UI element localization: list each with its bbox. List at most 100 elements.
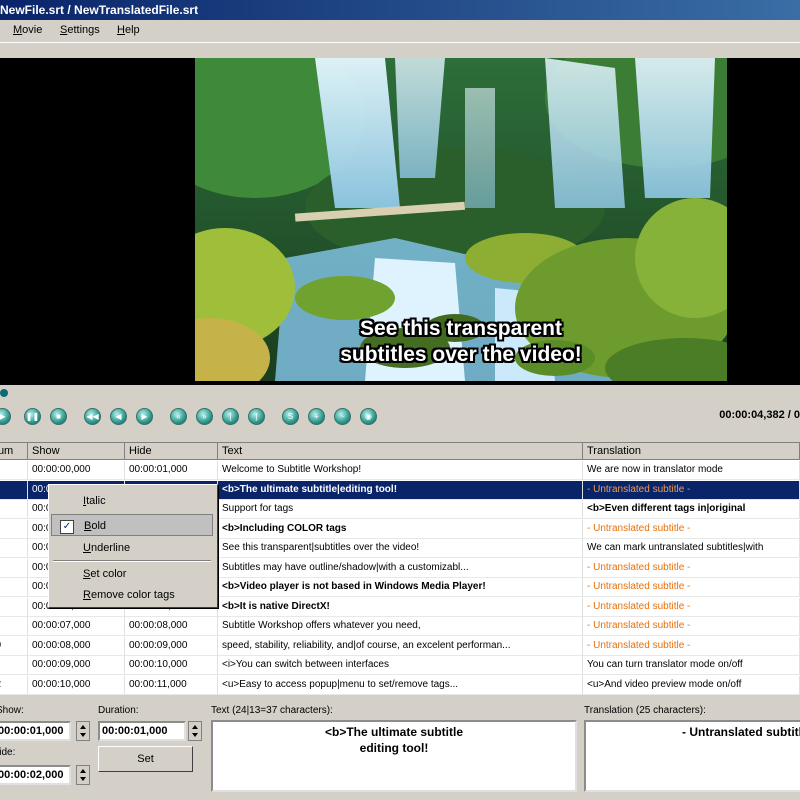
rate-icon: ~ (340, 412, 345, 421)
zoom-icon: + (314, 412, 319, 421)
cell-num: 10 (0, 636, 28, 656)
cell-num: 12 (0, 675, 28, 695)
context-menu-bold[interactable]: ✓ Bold (51, 514, 213, 536)
seek-thumb[interactable] (0, 389, 8, 397)
show-time-input[interactable]: 00:00:01,000 (0, 721, 71, 741)
playback-toolbar: ▶ ❚❚ ■ ◀◀ ◀ ▶ « » [ ] S + ~ ◉ (0, 400, 800, 436)
cell-translation: - Untranslated subtitle - (583, 558, 800, 578)
cell-translation: We can mark untranslated subtitles|with (583, 539, 800, 558)
subtitle-line-2: subtitles over the video! (340, 343, 582, 366)
cell-text: Support for tags (218, 500, 583, 519)
stop-button[interactable]: ■ (50, 408, 67, 425)
context-menu-italic[interactable]: Italic (51, 490, 213, 512)
zoom-button[interactable]: + (308, 408, 325, 425)
column-header-hide[interactable]: Hide (125, 443, 218, 460)
cell-translation: You can turn translator mode on/off (583, 656, 800, 675)
cell-hide: 00:00:10,000 (125, 656, 218, 675)
start-mark-icon: [ (229, 412, 232, 421)
title-bar: NewFile.srt / NewTranslatedFile.srt (0, 0, 800, 20)
text-editor[interactable]: <b>The ultimate subtitle editing tool! (211, 720, 577, 792)
cell-num: 3 (0, 500, 28, 519)
cell-num: 1 (0, 461, 28, 480)
hide-time-spinner[interactable] (76, 765, 90, 785)
prev-subtitle-button[interactable]: « (170, 408, 187, 425)
cell-translation: - Untranslated subtitle - (583, 617, 800, 636)
cell-text: <b>Including COLOR tags (218, 519, 583, 539)
cell-text: <u>Easy to access popup|menu to set/remo… (218, 675, 583, 695)
cell-hide: 00:00:11,000 (125, 675, 218, 695)
set-button[interactable]: Set (98, 746, 193, 772)
seek-bar[interactable] (0, 389, 800, 397)
show-time-spinner[interactable] (76, 721, 90, 741)
cell-text: <b>Video player is not based in Windows … (218, 578, 583, 597)
cell-num: 8 (0, 597, 28, 617)
cell-num: 2 (0, 480, 28, 500)
column-header-text[interactable]: Text (218, 443, 583, 460)
rate-button[interactable]: ~ (334, 408, 351, 425)
play-icon: ▶ (0, 412, 6, 421)
context-menu-underline[interactable]: Underline (51, 537, 213, 559)
column-header-num[interactable]: Num (0, 443, 28, 460)
subtitle-toggle-button[interactable]: S (282, 408, 299, 425)
menu-help[interactable]: Help (117, 24, 140, 36)
table-row[interactable]: 900:00:07,00000:00:08,000Subtitle Worksh… (0, 617, 800, 636)
text-editor-line-1: <b>The ultimate subtitle (324, 725, 464, 739)
start-mark-button[interactable]: [ (222, 408, 239, 425)
play-button[interactable]: ▶ (0, 408, 11, 425)
prev-subtitle-icon: « (176, 412, 181, 421)
step-forward-icon: ▶ (141, 412, 148, 421)
end-mark-button[interactable]: ] (248, 408, 265, 425)
cell-text: See this transparent|subtitles over the … (218, 539, 583, 558)
cell-text: Subtitles may have outline/shadow|with a… (218, 558, 583, 578)
window-title: NewFile.srt / NewTranslatedFile.srt (0, 3, 199, 17)
cell-text: speed, stability, reliability, and|of co… (218, 636, 583, 656)
subtitle-toggle-icon: S (287, 412, 294, 421)
duration-input[interactable]: 00:00:01,000 (98, 721, 186, 741)
cell-text: Subtitle Workshop offers whatever you ne… (218, 617, 583, 636)
show-label: Show: (0, 705, 24, 716)
cell-translation: <b>Even different tags in|original (583, 500, 800, 519)
cell-show: 00:00:09,000 (28, 656, 125, 675)
column-header-translation[interactable]: Translation (583, 443, 800, 460)
text-label: Text (24|13=37 characters): (211, 705, 333, 716)
video-preview[interactable]: See this transparent subtitles over the … (0, 58, 800, 385)
rewind-button[interactable]: ◀◀ (84, 408, 101, 425)
cell-num: 9 (0, 617, 28, 636)
duration-label: Duration: (98, 705, 139, 716)
cell-num: 4 (0, 519, 28, 539)
text-editor-line-2: editing tool! (359, 741, 429, 755)
context-menu-bold-label: Bold (84, 520, 107, 532)
context-menu-set-color[interactable]: Set color (51, 563, 213, 585)
timecode-readout: 00:00:04,382 / 0 (719, 409, 800, 421)
cell-translation: - Untranslated subtitle - (583, 480, 800, 500)
cell-translation: - Untranslated subtitle - (583, 519, 800, 539)
cell-translation: - Untranslated subtitle - (583, 597, 800, 617)
column-header-show[interactable]: Show (28, 443, 125, 460)
context-menu-remove-color-tags[interactable]: Remove color tags (51, 585, 213, 605)
translation-label: Translation (25 characters): (584, 705, 706, 716)
subtitle-line-1: See this transparent (360, 317, 562, 340)
hide-time-input[interactable]: 00:00:02,000 (0, 765, 71, 785)
step-back-button[interactable]: ◀ (110, 408, 127, 425)
cell-text: Welcome to Subtitle Workshop! (218, 461, 583, 480)
step-forward-button[interactable]: ▶ (136, 408, 153, 425)
menu-bar: Movie Settings Help (0, 20, 800, 43)
duration-spinner[interactable] (188, 721, 202, 741)
cell-show: 00:00:00,000 (28, 461, 125, 480)
video-frame: See this transparent subtitles over the … (195, 58, 727, 381)
table-row[interactable]: 100:00:00,00000:00:01,000Welcome to Subt… (0, 461, 800, 480)
menu-settings[interactable]: Settings (60, 24, 100, 36)
next-subtitle-button[interactable]: » (196, 408, 213, 425)
cell-show: 00:00:08,000 (28, 636, 125, 656)
table-row[interactable]: 1100:00:09,00000:00:10,000<i>You can swi… (0, 656, 800, 675)
translation-editor[interactable]: - Untranslated subtitle - (584, 720, 800, 792)
cell-num: 11 (0, 656, 28, 675)
end-mark-icon: ] (255, 412, 258, 421)
table-row[interactable]: 1000:00:08,00000:00:09,000speed, stabili… (0, 636, 800, 656)
table-row[interactable]: 1200:00:10,00000:00:11,000<u>Easy to acc… (0, 675, 800, 695)
screenshot-button[interactable]: ◉ (360, 408, 377, 425)
pause-button[interactable]: ❚❚ (24, 408, 41, 425)
video-subtitle-overlay: See this transparent subtitles over the … (195, 316, 727, 368)
menu-movie[interactable]: Movie (13, 24, 42, 36)
cell-show: 00:00:07,000 (28, 617, 125, 636)
